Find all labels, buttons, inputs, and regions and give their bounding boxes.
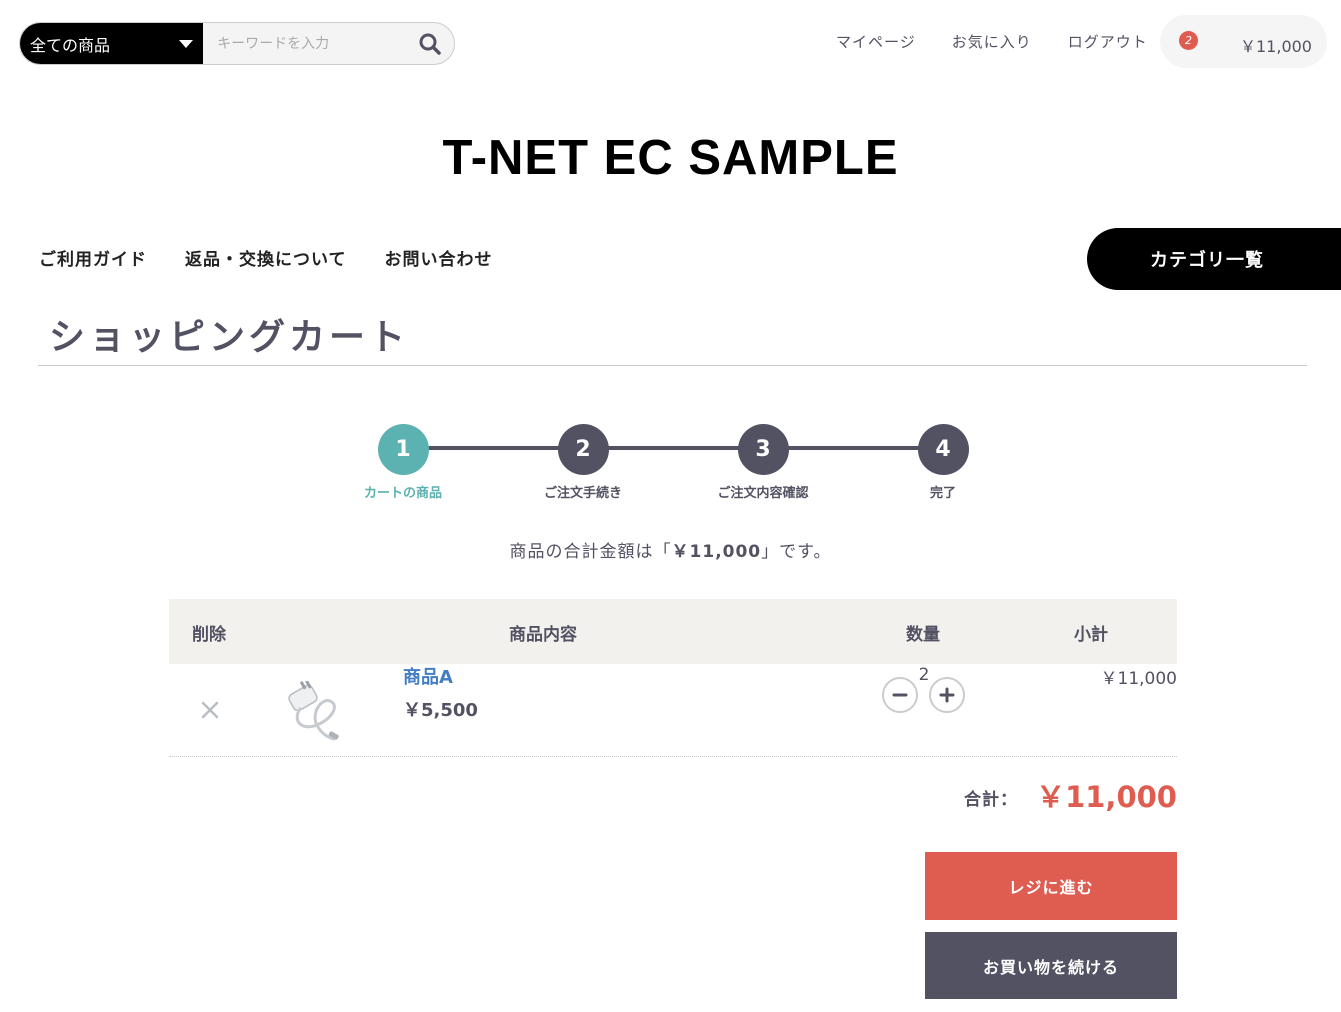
steps-connector — [402, 446, 942, 450]
category-select[interactable]: 全ての商品 — [20, 23, 204, 64]
cart-table: 削除 商品内容 数量 小計 商品A ￥5,500 2 ￥11,000 — [169, 599, 1177, 757]
cart-count-badge: 2 — [1179, 31, 1198, 50]
close-icon — [201, 701, 219, 719]
total-message-amount: ￥11,000 — [671, 542, 762, 562]
favorites-link[interactable]: お気に入り — [952, 31, 1032, 52]
row-subtotal: ￥11,000 — [1100, 669, 1177, 689]
product-image[interactable] — [282, 680, 350, 743]
product-name-link[interactable]: 商品A — [403, 663, 453, 689]
step-2: 2 ご注文手続き — [518, 424, 648, 501]
step-3: 3 ご注文内容確認 — [698, 424, 828, 501]
step-label: ご注文内容確認 — [717, 486, 809, 501]
header-content: 商品内容 — [509, 625, 577, 645]
search-button[interactable] — [405, 23, 454, 64]
total-message-prefix: 商品の合計金額は「 — [509, 542, 672, 562]
grand-total-label: 合計： — [964, 790, 1018, 810]
delete-button[interactable] — [200, 700, 220, 724]
step-label: ご注文手続き — [543, 486, 622, 501]
table-header: 削除 商品内容 数量 小計 — [169, 599, 1177, 664]
category-list-button[interactable]: カテゴリ一覧 — [1087, 228, 1341, 290]
search-icon — [419, 33, 441, 55]
table-row: 商品A ￥5,500 2 ￥11,000 — [169, 664, 1177, 757]
step-number: 1 — [377, 424, 429, 475]
site-title[interactable]: T-NET EC SAMPLE — [0, 130, 1341, 186]
header-delete: 削除 — [192, 625, 226, 645]
search-input[interactable] — [203, 23, 406, 64]
step-1: 1 カートの商品 — [338, 424, 468, 501]
quantity-decrease-button[interactable] — [882, 677, 918, 713]
caret-down-icon — [179, 39, 194, 48]
page-title: ショッピングカート — [49, 317, 410, 358]
utility-nav: マイページ お気に入り ログアウト — [836, 31, 1184, 52]
cart-total: ￥11,000 — [1240, 37, 1312, 56]
header-subtotal: 小計 — [1074, 625, 1108, 645]
step-label: 完了 — [929, 486, 956, 501]
ac-adapter-icon — [288, 680, 339, 741]
search-bar: 全ての商品 — [19, 22, 455, 65]
main-nav: ご利用ガイド 返品・交換について お問い合わせ — [39, 245, 531, 270]
step-label: カートの商品 — [363, 486, 442, 501]
continue-shopping-button[interactable]: お買い物を続ける — [925, 932, 1177, 999]
product-price: ￥5,500 — [403, 700, 478, 721]
returns-link[interactable]: 返品・交換について — [185, 245, 347, 270]
step-number: 2 — [557, 424, 609, 475]
logout-link[interactable]: ログアウト — [1068, 31, 1148, 52]
step-number: 3 — [737, 424, 789, 475]
quantity-increase-button[interactable] — [929, 677, 965, 713]
mypage-link[interactable]: マイページ — [836, 31, 916, 52]
step-4: 4 完了 — [878, 424, 1008, 501]
cart-total-message: 商品の合計金額は「￥11,000」です。 — [0, 537, 1341, 562]
header-quantity: 数量 — [906, 625, 940, 645]
step-number: 4 — [917, 424, 969, 475]
grand-total-value: ￥11,000 — [1036, 780, 1177, 814]
cart-summary-button[interactable]: 2 ￥11,000 — [1160, 15, 1327, 68]
total-message-suffix: 」です。 — [761, 542, 832, 562]
minus-icon — [892, 693, 908, 697]
checkout-button[interactable]: レジに進む — [925, 852, 1177, 920]
title-divider — [38, 365, 1307, 366]
guide-link[interactable]: ご利用ガイド — [39, 245, 147, 270]
contact-link[interactable]: お問い合わせ — [385, 245, 493, 270]
plus-icon — [939, 687, 955, 703]
checkout-steps: 1 カートの商品 2 ご注文手続き 3 ご注文内容確認 4 完了 — [340, 424, 1005, 504]
category-select-label: 全ての商品 — [30, 35, 111, 55]
